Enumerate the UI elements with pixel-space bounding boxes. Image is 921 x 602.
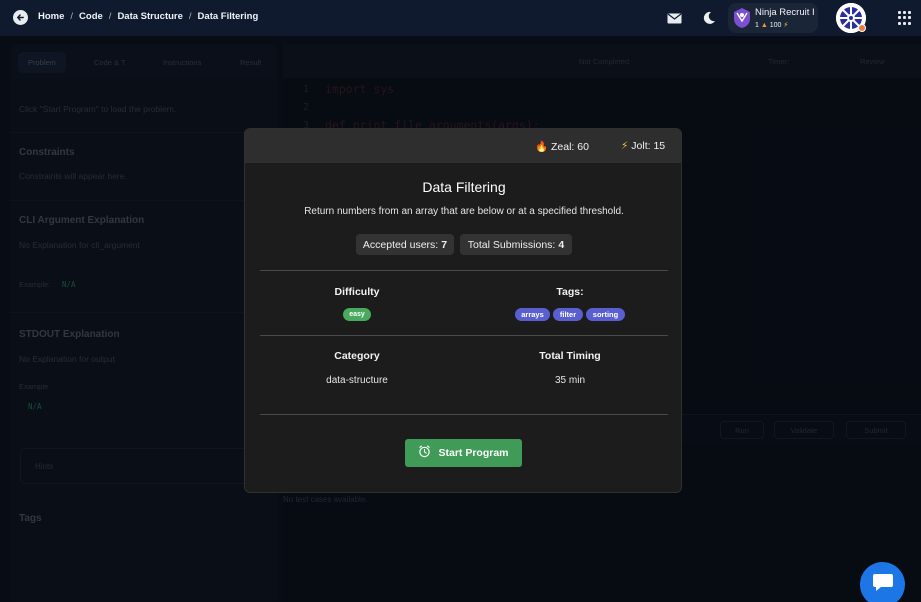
tag-badge: sorting [586,308,625,321]
notification-dot [858,24,866,32]
user-name: Ninja Recruit I [755,7,815,18]
accepted-label: Accepted users: [362,238,439,251]
user-points: 100 [769,22,782,29]
breadcrumb-current: Data Filtering [197,11,259,22]
zeal-text: Zeal: 60 [551,141,589,153]
accepted-value: 7 [441,238,448,251]
submissions-value: 4 [558,238,565,251]
bolt-icon: ⚡ [621,140,629,152]
mail-icon[interactable] [665,9,683,27]
breadcrumb-separator: / [188,11,192,22]
total-submissions-pill: Total Submissions: 4 [460,234,572,255]
difficulty-badge: easy [343,308,371,321]
back-arrow-icon[interactable] [13,10,28,25]
top-bar: Home / Code / Data Structure / Data Filt… [0,0,921,36]
ninja-badge-icon [732,7,752,29]
jolt-stat: ⚡ Jolt: 15 [621,140,665,152]
category-heading: Category [334,350,380,362]
user-chip[interactable]: Ninja Recruit I 1 ▲ 100 ⚡ [728,3,818,33]
problem-modal: 🔥 Zeal: 60 ⚡ Jolt: 15 Data Filtering Ret… [244,128,682,493]
tag-badge: arrays [515,308,550,321]
modal-header: 🔥 Zeal: 60 ⚡ Jolt: 15 [245,129,681,163]
breadcrumb-data-structure[interactable]: Data Structure [117,11,182,22]
tags-heading: Tags: [556,286,584,298]
divider [260,335,668,336]
user-level: 1 [755,22,759,29]
breadcrumb-separator: / [108,11,112,22]
jolt-text: Jolt: 15 [631,140,666,152]
user-stats: 1 ▲ 100 ⚡ [755,21,788,29]
chat-button[interactable] [860,562,905,602]
timing-heading: Total Timing [539,350,601,362]
moon-icon[interactable] [700,9,718,27]
timing-value: 35 min [554,375,585,386]
modal-description: Return numbers from an array that are be… [304,206,624,217]
breadcrumb-code[interactable]: Code [79,11,103,22]
tag-badge: filter [553,308,583,321]
flame-icon: 🔥 [535,141,549,153]
submissions-label: Total Submissions: [467,238,556,251]
modal-title: Data Filtering [422,179,506,195]
start-program-label: Start Program [438,447,509,459]
divider [260,414,668,415]
difficulty-heading: Difficulty [334,286,380,298]
category-value: data-structure [326,375,388,386]
chat-bubble-icon [872,572,894,597]
flame-icon: ▲ [760,22,768,29]
accepted-users-pill: Accepted users: 7 [356,234,454,255]
breadcrumb: Home / Code / Data Structure / Data Filt… [38,11,258,22]
start-program-button[interactable]: Start Program [405,439,522,467]
alarm-clock-icon [418,445,431,461]
zeal-stat: 🔥 Zeal: 60 [535,140,589,153]
breadcrumb-home[interactable]: Home [38,11,64,22]
divider [260,270,668,271]
breadcrumb-separator: / [70,11,74,22]
bolt-icon: ⚡ [783,22,789,29]
apps-grid-icon[interactable] [898,11,912,25]
